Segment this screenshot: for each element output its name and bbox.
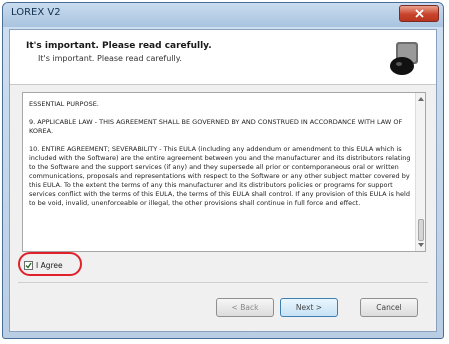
highlight-ring <box>18 252 82 276</box>
close-icon <box>414 9 424 18</box>
window-title: LOREX V2 <box>11 7 61 18</box>
title-bar[interactable]: LOREX V2 <box>3 3 443 27</box>
scroll-up-arrow-icon[interactable] <box>417 95 425 103</box>
license-paragraph: 9. APPLICABLE LAW - THIS AGREEMENT SHALL… <box>29 118 403 135</box>
page-heading: It's important. Please read carefully. <box>26 41 212 51</box>
installer-window: LOREX V2 It's important. Please read car… <box>2 2 444 339</box>
page-subheading: It's important. Please read carefully. <box>38 54 182 63</box>
license-text: ESSENTIAL PURPOSE. 9. APPLICABLE LAW - T… <box>29 100 411 217</box>
divider <box>18 282 428 283</box>
license-text-box[interactable]: ESSENTIAL PURPOSE. 9. APPLICABLE LAW - T… <box>22 92 426 252</box>
camera-lens-icon <box>390 42 418 75</box>
scroll-down-arrow-icon[interactable] <box>417 241 425 249</box>
cancel-button[interactable]: Cancel <box>360 298 418 317</box>
vertical-scrollbar[interactable] <box>415 93 425 251</box>
header-panel: It's important. Please read carefully. I… <box>10 30 436 85</box>
scroll-thumb[interactable] <box>418 219 424 241</box>
dialog-body: It's important. Please read carefully. I… <box>9 29 437 332</box>
back-button[interactable]: < Back <box>216 298 274 317</box>
close-button[interactable] <box>399 5 439 22</box>
license-paragraph: 10. ENTIRE AGREEMENT; SEVERABILITY - Thi… <box>29 145 411 207</box>
license-paragraph: ESSENTIAL PURPOSE. <box>29 100 99 108</box>
next-button[interactable]: Next > <box>280 298 338 317</box>
